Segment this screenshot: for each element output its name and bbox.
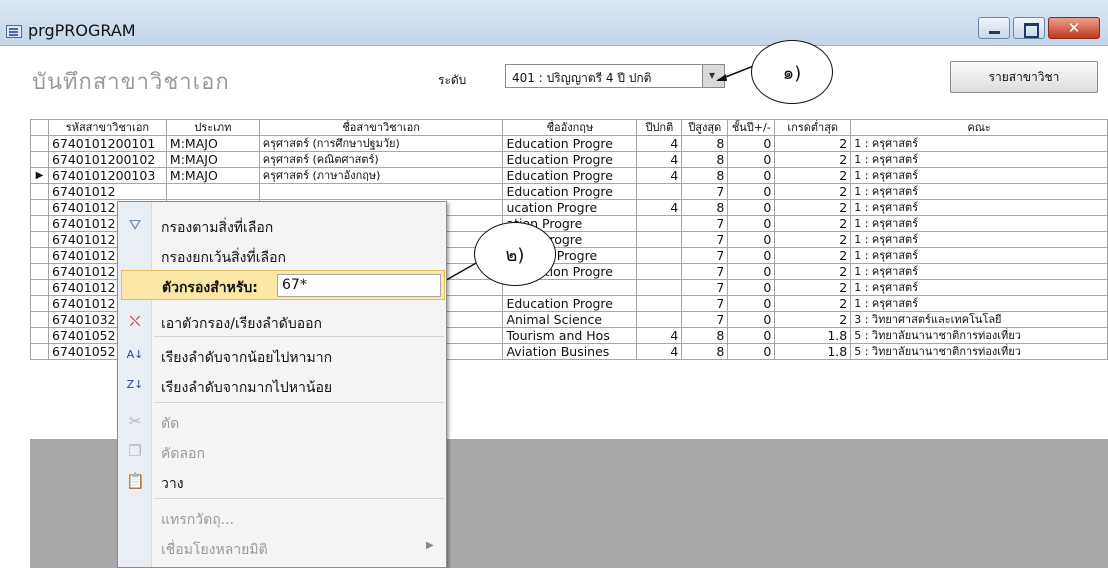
menu-label: แทรกวัตถุ... (161, 512, 235, 528)
callout-2: ๒) (474, 222, 556, 286)
menu-label: เชื่อมโยงหลายมิติ (161, 542, 268, 558)
scissors-icon: ✂ (128, 412, 142, 430)
submenu-arrow-icon: ▶ (426, 540, 434, 551)
sort-ascending-icon: A↓ (126, 348, 144, 361)
menu-label: กรองยกเว้นสิ่งที่เลือก (161, 250, 286, 266)
sort-descending-icon: Z↓ (126, 378, 144, 391)
filter-for-input[interactable]: 67* (277, 274, 441, 297)
menu-label: ตัด (161, 416, 180, 432)
menu-filter-excluding-selection[interactable]: กรองยกเว้นสิ่งที่เลือก (118, 240, 446, 270)
menu-label: คัดลอก (161, 446, 205, 462)
menu-paste[interactable]: 📋 วาง (118, 466, 446, 496)
menu-label: เรียงลำดับจากมากไปหาน้อย (161, 380, 333, 396)
menu-separator (154, 336, 444, 337)
menu-filter-by-selection[interactable]: ⛛ กรองตามสิ่งที่เลือก (118, 210, 446, 240)
menu-separator (154, 402, 444, 403)
paste-icon: 📋 (126, 472, 145, 490)
menu-remove-filter-sort[interactable]: ⛌ เอาตัวกรอง/เรียงลำดับออก (118, 306, 446, 336)
menu-label: เรียงลำดับจากน้อยไปหามาก (161, 350, 333, 366)
menu-sort-ascending[interactable]: A↓ เรียงลำดับจากน้อยไปหามาก (118, 340, 446, 370)
menu-cut[interactable]: ✂ ตัด (118, 406, 446, 436)
menu-filter-for[interactable]: ตัวกรองสำหรับ: 67* (121, 270, 445, 300)
remove-filter-icon: ⛌ (129, 312, 141, 330)
context-menu: ⛛ กรองตามสิ่งที่เลือก กรองยกเว้นสิ่งที่เ… (117, 201, 447, 568)
menu-insert-object[interactable]: แทรกวัตถุ... (118, 502, 446, 532)
menu-separator (154, 498, 444, 499)
menu-hyperlink[interactable]: เชื่อมโยงหลายมิติ ▶ (118, 532, 446, 562)
copy-icon: ❐ (128, 442, 142, 460)
filter-selection-icon: ⛛ (128, 216, 142, 234)
menu-label: เอาตัวกรอง/เรียงลำดับออก (161, 316, 323, 332)
callout-1: ๑) (751, 40, 833, 104)
menu-label: กรองตามสิ่งที่เลือก (161, 220, 274, 236)
menu-label: วาง (161, 476, 184, 492)
menu-label: ตัวกรองสำหรับ: (162, 280, 258, 296)
menu-sort-descending[interactable]: Z↓ เรียงลำดับจากมากไปหาน้อย (118, 370, 446, 400)
menu-copy[interactable]: ❐ คัดลอก (118, 436, 446, 466)
